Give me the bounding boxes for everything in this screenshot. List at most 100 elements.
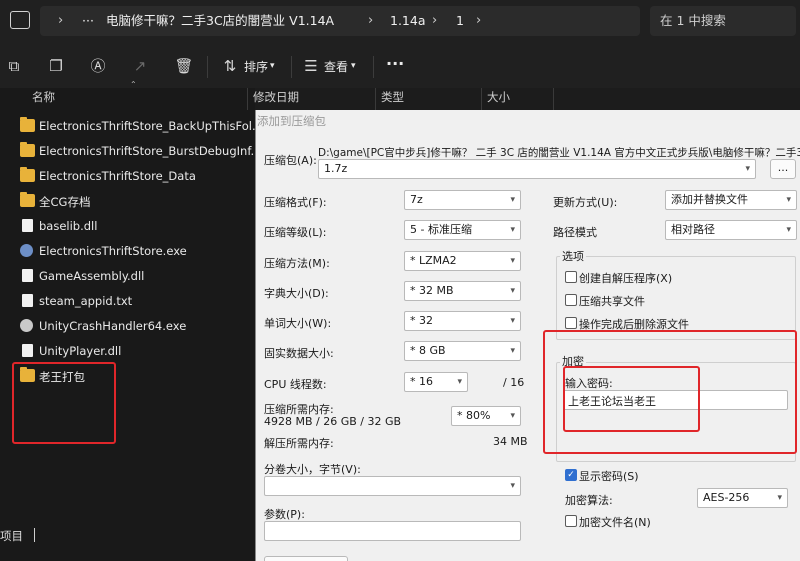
file-name: 全CG存档 — [39, 195, 91, 209]
address-bar-area: › ··· 电脑修干嘛？二手3C店的闇营业 V1.14A › 1.14a › 1… — [0, 0, 800, 44]
dictionary-select[interactable]: * 32 MB ▾ — [404, 281, 521, 301]
encryption-method-select[interactable]: AES-256 ▾ — [697, 488, 788, 508]
word-size-label: 单词大小(W): — [264, 317, 332, 330]
divider — [291, 56, 292, 78]
view-button[interactable]: 查看 — [324, 58, 348, 75]
path-mode-select[interactable]: 相对路径 ▾ — [665, 220, 797, 240]
new-item-icon[interactable]: ⧉ — [4, 56, 24, 76]
folder-icon — [20, 192, 35, 207]
sort-icon[interactable]: ⇅ — [220, 56, 240, 76]
file-row[interactable]: ElectronicsThriftStore_BackUpThisFol... — [18, 115, 263, 138]
parameters-input[interactable] — [264, 521, 521, 541]
encrypt-filenames-label[interactable]: 加密文件名(N) — [579, 514, 651, 530]
method-value: * LZMA2 — [410, 254, 457, 267]
delete-icon[interactable]: 🗑 — [174, 56, 194, 76]
column-header-modified[interactable]: 修改日期 — [253, 84, 299, 110]
highlight-box — [563, 366, 700, 432]
chevron-down-icon: ▾ — [786, 225, 791, 235]
compress-shared-label[interactable]: 压缩共享文件 — [579, 293, 645, 309]
word-size-select[interactable]: * 32 ▾ — [404, 311, 521, 331]
solid-block-value: * 8 GB — [410, 344, 446, 357]
split-volume-label: 分卷大小，字节(V): — [264, 463, 361, 476]
file-row[interactable]: ElectronicsThriftStore_Data — [18, 165, 254, 188]
folder-icon — [20, 142, 35, 157]
monitor-icon[interactable] — [10, 11, 30, 29]
breadcrumb-item[interactable]: 1 — [456, 6, 464, 36]
memory-percent-value: * 80% — [457, 409, 491, 422]
dictionary-label: 字典大小(D): — [264, 287, 329, 300]
dictionary-value: * 32 MB — [410, 284, 454, 297]
format-label: 压缩格式(F): — [264, 196, 327, 209]
breadcrumb-item[interactable]: 1.14a — [390, 6, 426, 36]
chevron-down-icon: ▾ — [510, 481, 515, 491]
format-select[interactable]: 7z ▾ — [404, 190, 521, 210]
share-icon[interactable]: ↗ — [130, 56, 150, 76]
method-select[interactable]: * LZMA2 ▾ — [404, 251, 521, 271]
update-mode-label: 更新方式(U): — [553, 196, 618, 209]
divider — [481, 88, 482, 110]
chevron-down-icon: ▾ — [510, 195, 515, 205]
file-name: ElectronicsThriftStore_BurstDebugInf... — [39, 144, 262, 158]
sort-button[interactable]: 排序 — [244, 58, 268, 75]
level-select[interactable]: 5 - 标准压缩 ▾ — [404, 220, 521, 240]
encryption-method-value: AES-256 — [703, 491, 750, 504]
breadcrumb-item[interactable]: 电脑修干嘛？二手3C店的闇营业 V1.14A — [106, 6, 334, 36]
folder-icon — [20, 167, 35, 182]
memory-percent-select[interactable]: * 80% ▾ — [451, 406, 521, 426]
chevron-right-icon: › — [368, 13, 374, 28]
dialog-button[interactable] — [264, 556, 348, 561]
sort-arrow-icon: ⌃ — [130, 80, 137, 89]
column-header-type[interactable]: 类型 — [381, 84, 404, 110]
solid-block-select[interactable]: * 8 GB ▾ — [404, 341, 521, 361]
rename-icon[interactable]: Ⓐ — [88, 56, 108, 76]
file-row[interactable]: ElectronicsThriftStore_BurstDebugInf... — [18, 140, 262, 163]
view-icon[interactable]: ☰ — [301, 56, 321, 76]
parameters-label: 参数(P): — [264, 508, 305, 521]
more-crumbs-button[interactable]: ··· — [82, 6, 94, 36]
show-password-label[interactable]: 显示密码(S) — [579, 468, 639, 484]
file-row[interactable]: 全CG存档 — [18, 190, 254, 213]
chevron-down-icon: ▾ — [510, 316, 515, 326]
file-name: baselib.dll — [39, 219, 98, 233]
more-options-button[interactable]: ··· — [386, 54, 404, 73]
update-mode-value: 添加并替换文件 — [671, 193, 748, 206]
gear-icon — [20, 319, 33, 332]
copy-icon[interactable]: ❐ — [46, 56, 66, 76]
file-name: UnityPlayer.dll — [39, 344, 122, 358]
create-sfx-checkbox[interactable] — [565, 271, 577, 283]
chevron-down-icon: ▾ — [510, 256, 515, 266]
decompress-memory-value: 34 MB — [493, 435, 528, 448]
file-row[interactable]: steam_appid.txt — [18, 290, 254, 313]
file-row[interactable]: baselib.dll — [18, 215, 254, 238]
update-mode-select[interactable]: 添加并替换文件 ▾ — [665, 190, 797, 210]
chevron-right-icon[interactable]: › — [58, 6, 63, 36]
divider — [373, 56, 374, 78]
browse-button[interactable]: ... — [770, 159, 796, 179]
encrypt-filenames-checkbox[interactable] — [565, 515, 577, 527]
column-header-name[interactable]: 名称 — [32, 84, 55, 110]
file-row[interactable]: UnityPlayer.dll — [18, 340, 254, 363]
column-header-size[interactable]: 大小 — [487, 84, 510, 110]
file-row[interactable]: GameAssembly.dll — [18, 265, 254, 288]
chevron-down-icon: ▾ — [510, 346, 515, 356]
create-sfx-label[interactable]: 创建自解压程序(X) — [579, 270, 672, 286]
archive-path-combo[interactable]: 1.7z ▾ — [318, 159, 756, 179]
compress-shared-checkbox[interactable] — [565, 294, 577, 306]
file-name: ElectronicsThriftStore_Data — [39, 169, 196, 183]
file-row[interactable]: UnityCrashHandler64.exe — [18, 315, 254, 338]
split-volume-select[interactable]: ▾ — [264, 476, 521, 496]
folder-icon — [20, 117, 35, 132]
cpu-threads-select[interactable]: * 16 ▾ — [404, 372, 468, 392]
file-icon — [22, 269, 33, 282]
search-placeholder: 在 1 中搜索 — [660, 13, 726, 28]
chevron-down-icon: ▾ — [270, 61, 275, 71]
encryption-method-label: 加密算法: — [565, 494, 613, 507]
dialog-title: 添加到压缩包 — [257, 114, 326, 128]
file-row[interactable]: ElectronicsThriftStore.exe — [18, 240, 254, 263]
chevron-down-icon: ▾ — [745, 164, 750, 174]
highlight-box — [12, 362, 116, 444]
method-label: 压缩方法(M): — [264, 257, 330, 270]
show-password-checkbox[interactable]: ✓ — [565, 469, 577, 481]
delete-source-checkbox[interactable] — [565, 317, 577, 329]
divider — [207, 56, 208, 78]
